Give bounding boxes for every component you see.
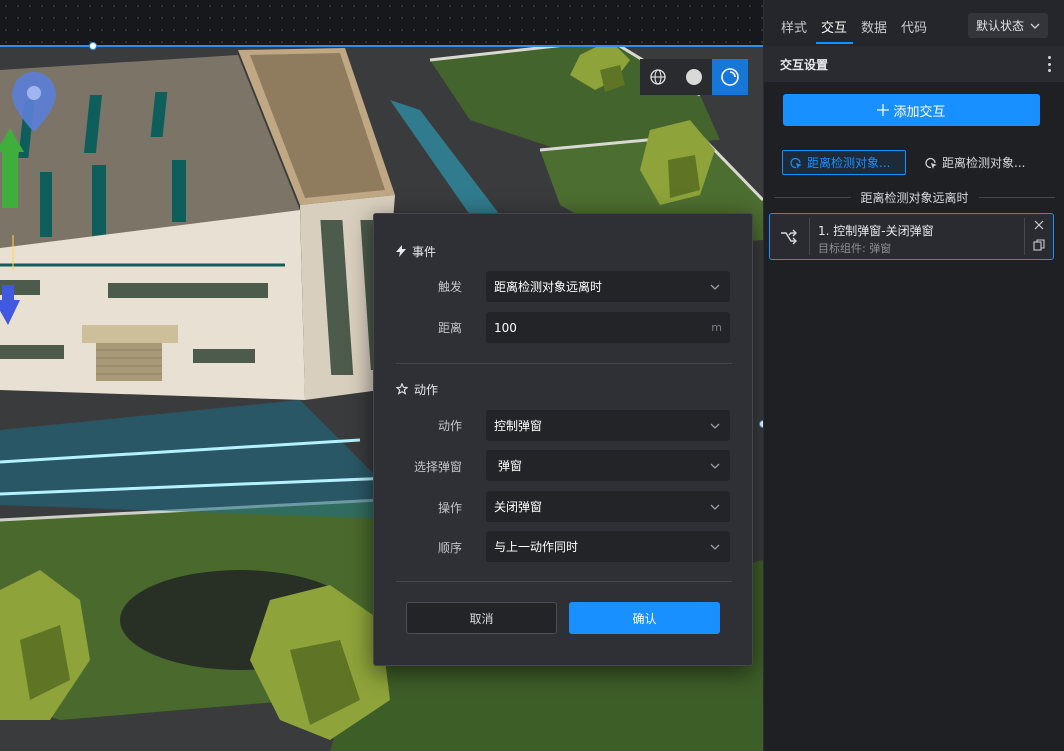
globe-icon bbox=[650, 69, 666, 85]
distance-cursor-icon bbox=[790, 157, 802, 169]
popup-select[interactable]: 弹窗 bbox=[486, 450, 730, 481]
canvas-ruler-strip bbox=[0, 0, 763, 46]
cancel-button[interactable]: 取消 bbox=[406, 602, 557, 634]
popup-label: 选择弹窗 bbox=[413, 460, 462, 474]
order-select[interactable]: 与上一动作同时 bbox=[486, 531, 730, 562]
distance-cursor-icon bbox=[925, 157, 937, 169]
scene-viewport[interactable]: 事件 触发 距离检测对象远离时 距离 100 m 动作 动作 控制弹窗 选择弹窗… bbox=[0, 0, 763, 751]
action-select[interactable]: 控制弹窗 bbox=[486, 410, 730, 441]
chevron-down-icon bbox=[708, 280, 722, 294]
action-card[interactable]: 1. 控制弹窗-关闭弹窗 目标组件: 弹窗 bbox=[769, 213, 1054, 260]
section-header: 交互设置 bbox=[764, 46, 1064, 82]
action-section-title: 动作 bbox=[396, 380, 438, 398]
order-label: 顺序 bbox=[437, 541, 462, 555]
action-card-subtitle: 目标组件: 弹窗 bbox=[818, 242, 892, 255]
distance-label: 距离 bbox=[437, 321, 462, 335]
distance-input[interactable]: 100 m bbox=[486, 312, 730, 343]
star-icon bbox=[396, 383, 408, 395]
panel-tabs: 样式 交互 数据 代码 默认状态 bbox=[764, 0, 1064, 46]
operation-label: 操作 bbox=[437, 501, 462, 515]
active-tab-indicator bbox=[816, 42, 853, 44]
properties-panel: 样式 交互 数据 代码 默认状态 交互设置 添加交互 距离检测对象... 距离检… bbox=[763, 0, 1064, 751]
trigger-select[interactable]: 距离检测对象远离时 bbox=[486, 271, 730, 302]
interaction-edit-dialog: 事件 触发 距离检测对象远离时 距离 100 m 动作 动作 控制弹窗 选择弹窗… bbox=[373, 213, 753, 666]
chevron-down-icon bbox=[708, 500, 722, 514]
copy-icon[interactable] bbox=[1033, 239, 1045, 251]
selection-frame-top bbox=[0, 45, 763, 47]
tab-data[interactable]: 数据 bbox=[861, 17, 887, 36]
close-icon[interactable] bbox=[1033, 219, 1045, 231]
action-label: 动作 bbox=[437, 419, 462, 433]
tab-style[interactable]: 样式 bbox=[781, 17, 807, 36]
branch-arrow-icon bbox=[781, 229, 797, 245]
event-section-title: 事件 bbox=[396, 242, 436, 260]
section-divider bbox=[396, 363, 732, 364]
selection-handle[interactable] bbox=[89, 42, 97, 50]
operation-select[interactable]: 关闭弹窗 bbox=[486, 491, 730, 522]
footer-divider bbox=[396, 581, 732, 582]
confirm-button[interactable]: 确认 bbox=[569, 602, 720, 634]
sphere-icon bbox=[686, 69, 702, 85]
orbit-icon bbox=[721, 68, 739, 86]
event-group-label: 距离检测对象远离时 bbox=[764, 189, 1064, 205]
interaction-chip-active[interactable]: 距离检测对象... bbox=[782, 150, 906, 175]
chevron-down-icon bbox=[708, 459, 722, 473]
chevron-down-icon bbox=[1030, 23, 1040, 29]
action-card-title: 1. 控制弹窗-关闭弹窗 bbox=[818, 224, 934, 238]
more-options-icon[interactable] bbox=[1047, 56, 1051, 72]
sphere-view-button[interactable] bbox=[676, 59, 712, 95]
plus-icon bbox=[877, 104, 890, 116]
globe-view-button[interactable] bbox=[640, 59, 676, 95]
tab-interaction[interactable]: 交互 bbox=[821, 17, 847, 36]
trigger-label: 触发 bbox=[437, 280, 462, 294]
add-interaction-button[interactable]: 添加交互 bbox=[783, 94, 1040, 126]
interaction-chip[interactable]: 距离检测对象... bbox=[918, 150, 1031, 175]
orbit-view-button[interactable] bbox=[712, 59, 748, 95]
chevron-down-icon bbox=[708, 540, 722, 554]
view-mode-toolbar bbox=[640, 59, 748, 95]
lightning-icon bbox=[396, 245, 406, 257]
distance-unit: m bbox=[711, 321, 722, 334]
tab-code[interactable]: 代码 bbox=[901, 17, 927, 36]
chevron-down-icon bbox=[708, 419, 722, 433]
state-select[interactable]: 默认状态 bbox=[968, 13, 1048, 38]
app-root: 事件 触发 距离检测对象远离时 距离 100 m 动作 动作 控制弹窗 选择弹窗… bbox=[0, 0, 1064, 751]
